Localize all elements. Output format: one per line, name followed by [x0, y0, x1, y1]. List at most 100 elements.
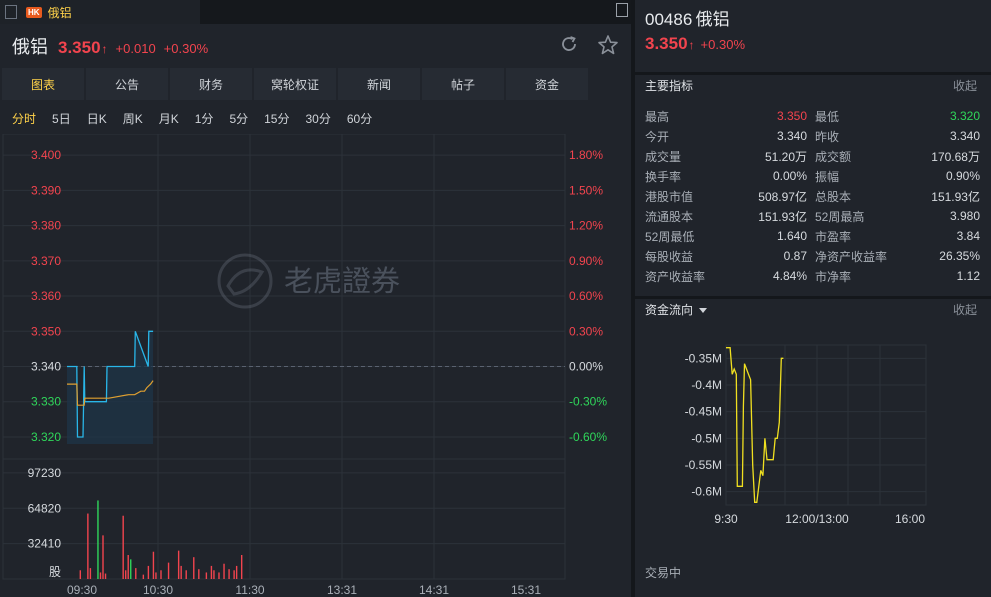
metric-value: 3.350	[776, 109, 807, 123]
quote-panel: 00486 俄铝 3.350 ↑ +0.30% 主要指标 收起 最高 3.350 最…	[635, 0, 991, 597]
flow-tick-label: -0.55M	[685, 458, 722, 472]
metric-row: 港股市值 508.97亿 总股本 151.93亿	[645, 186, 980, 206]
pct-tick-label: 0.90%	[569, 254, 603, 268]
metric-label: 港股市值	[645, 189, 694, 204]
tab-title: 俄铝	[47, 5, 72, 20]
volume-bar	[185, 570, 187, 579]
tab-6[interactable]: 资金	[506, 68, 588, 100]
flow-tick-label: -0.6M	[691, 485, 722, 499]
period-5[interactable]: 1分	[195, 110, 214, 127]
tab-4[interactable]: 新闻	[338, 68, 420, 100]
metric-value: 4.84%	[772, 269, 807, 283]
fund-flow-collapse-button[interactable]: 收起	[953, 301, 977, 318]
volume-bar	[223, 563, 225, 579]
pct-tick-label: 0.30%	[569, 324, 603, 338]
volume-bar	[233, 570, 235, 579]
metric-label: 每股收益	[645, 249, 694, 264]
metric-label: 市净率	[815, 269, 852, 284]
volume-bar	[180, 565, 182, 579]
fund-flow-dropdown[interactable]: 资金流向	[645, 301, 708, 318]
metric-label: 52周最低	[645, 229, 695, 244]
fund-flow-chart: -0.35M -0.4M -0.45M -0.5M -0.55M -0.6M 9:30 12:…	[685, 344, 927, 526]
flow-tick-label: -0.45M	[685, 405, 722, 419]
metric-value: 508.97亿	[758, 189, 807, 204]
stock-price: 3.350	[58, 38, 101, 57]
price-tick-label: 3.330	[31, 395, 61, 409]
metric-label: 资产收益率	[645, 269, 706, 284]
metric-row: 最高 3.350 最低 3.320	[645, 106, 980, 126]
favorite-star-icon[interactable]	[597, 34, 619, 56]
volume-bar	[213, 570, 215, 579]
pct-tick-label: 0.00%	[569, 360, 603, 374]
volume-tick-label: 32410	[28, 537, 62, 551]
metric-value: 3.980	[949, 209, 980, 223]
period-8[interactable]: 30分	[305, 110, 330, 127]
tab-1[interactable]: 公告	[86, 68, 168, 100]
flow-time-label: 16:00	[895, 512, 925, 526]
key-metrics-collapse-button[interactable]: 收起	[953, 77, 977, 94]
quote-header: 00486 俄铝 3.350 ↑ +0.30%	[645, 5, 745, 54]
metric-value: 26.35%	[939, 249, 980, 263]
metric-label: 净资产收益率	[815, 249, 888, 264]
volume-bar	[198, 569, 200, 579]
tab-0[interactable]: 图表	[2, 68, 84, 100]
period-9[interactable]: 60分	[347, 110, 372, 127]
sidebar-toggle-icon[interactable]	[5, 5, 17, 19]
intraday-chart[interactable]: 3.400 1.80% 3.390 1.50% 3.380 1.20% 3.370 0.90%…	[0, 134, 631, 597]
panel-toggle-icon[interactable]	[616, 3, 628, 17]
metric-value: 3.320	[949, 109, 980, 123]
stock-name-right: 俄铝	[695, 10, 730, 29]
volume-bar	[210, 565, 213, 579]
metric-label: 今开	[645, 129, 670, 144]
period-6[interactable]: 5分	[229, 110, 248, 127]
volume-bar	[155, 572, 157, 579]
chart-panel: HK 俄铝 俄铝 3.350 ↑ +0.010 +0.30% 图表 公告 财务 窝轮权…	[0, 0, 631, 597]
price-tick-label: 3.380	[31, 219, 61, 233]
metric-value: 0.00%	[772, 169, 807, 183]
flow-tick-label: -0.5M	[691, 431, 722, 445]
watermark-logo	[217, 253, 273, 309]
period-selector: 分时 5日 日K 周K 月K 1分 5分 15分 30分 60分	[12, 110, 388, 127]
stock-change: +0.010	[115, 41, 156, 56]
metric-label: 振幅	[815, 169, 840, 184]
hk-market-badge: HK	[26, 6, 42, 18]
period-2[interactable]: 日K	[87, 110, 107, 127]
metric-value: 0.90%	[945, 169, 980, 183]
key-metrics-title: 主要指标	[645, 79, 694, 93]
period-3[interactable]: 周K	[123, 110, 143, 127]
price-tick-label: 3.320	[31, 430, 61, 444]
volume-bar	[135, 568, 137, 579]
period-7[interactable]: 15分	[264, 110, 289, 127]
volume-bar	[147, 565, 150, 579]
metric-label: 总股本	[815, 189, 852, 204]
period-1[interactable]: 5日	[52, 110, 71, 127]
metric-row: 52周最低 1.640 市盈率 3.84	[645, 226, 980, 246]
volume-bar	[122, 515, 124, 579]
tab-2[interactable]: 财务	[170, 68, 252, 100]
volume-bar	[240, 555, 243, 579]
price-tick-label: 3.350	[31, 324, 61, 338]
pct-tick-label: -0.60%	[569, 430, 607, 444]
volume-bar	[99, 572, 102, 579]
price-tick-label: 3.360	[31, 289, 61, 303]
metric-row: 流通股本 151.93亿 52周最高 3.980	[645, 206, 980, 226]
stock-tab[interactable]: HK 俄铝	[0, 0, 200, 24]
volume-tick-label: 97230	[28, 466, 62, 480]
metric-row: 今开 3.340 昨收 3.340	[645, 126, 980, 146]
dropdown-arrow-icon	[699, 308, 708, 314]
tiger-logo-icon	[217, 253, 273, 309]
time-tick-label: 09:30	[67, 583, 97, 597]
volume-bar	[167, 562, 170, 579]
metric-value: 0.87	[783, 249, 807, 263]
refresh-icon[interactable]	[559, 34, 579, 54]
period-4[interactable]: 月K	[159, 110, 179, 127]
pct-tick-label: -0.30%	[569, 395, 607, 409]
tab-5[interactable]: 帖子	[422, 68, 504, 100]
price-tick-label: 3.340	[31, 360, 61, 374]
pct-tick-label: 1.80%	[569, 148, 603, 162]
time-tick-label: 10:30	[143, 583, 173, 597]
pct-tick-label: 0.60%	[569, 289, 603, 303]
period-0[interactable]: 分时	[12, 110, 36, 127]
tab-3[interactable]: 窝轮权证	[254, 68, 336, 100]
volume-bar	[104, 573, 107, 579]
